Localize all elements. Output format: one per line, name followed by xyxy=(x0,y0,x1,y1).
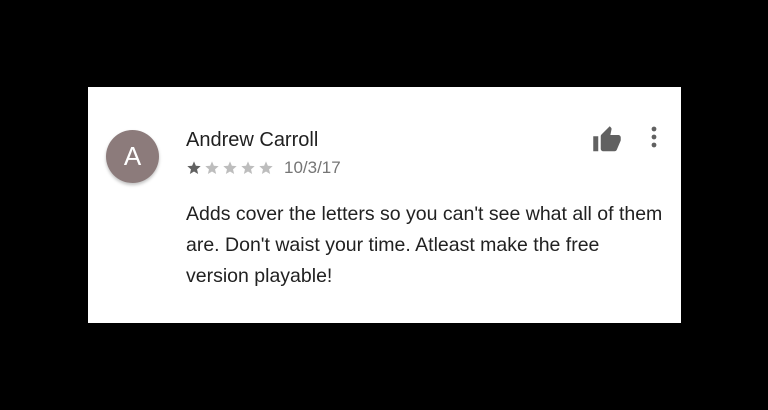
review-text: Adds cover the letters so you can't see … xyxy=(186,203,663,287)
author-name: Andrew Carroll xyxy=(186,129,319,151)
star-empty-icon xyxy=(205,161,219,174)
review-card: A Andrew Carroll 10/3/17 Adds cover the … xyxy=(88,87,681,323)
star-rating xyxy=(186,160,276,176)
star-empty-icon xyxy=(241,161,255,174)
avatar: A xyxy=(106,130,159,183)
star-filled-icon xyxy=(187,161,201,174)
star-empty-icon xyxy=(259,161,273,174)
more-vert-icon[interactable] xyxy=(644,125,664,149)
star-empty-icon xyxy=(223,161,237,174)
review-meta: 10/3/17 xyxy=(186,157,341,179)
review-date: 10/3/17 xyxy=(284,158,341,177)
thumbs-up-icon[interactable] xyxy=(592,125,622,155)
